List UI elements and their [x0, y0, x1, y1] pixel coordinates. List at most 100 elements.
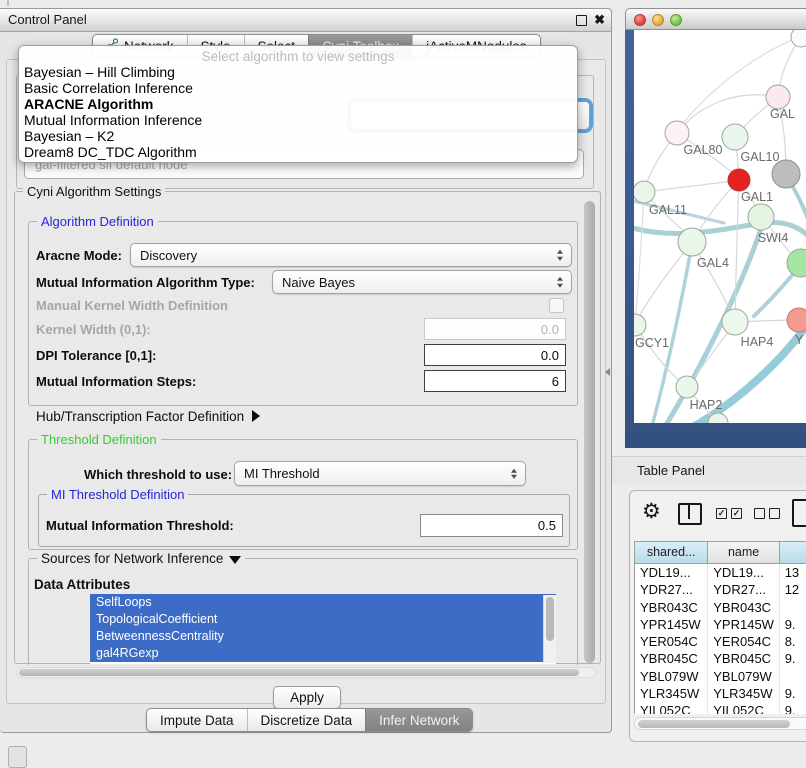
table-cell: 9. — [780, 650, 806, 667]
mi-threshold-label: Mutual Information Threshold: — [46, 518, 234, 533]
gear-icon[interactable]: ⚙ — [642, 500, 661, 524]
table-row[interactable]: YDL19...YDL19...13 — [635, 564, 806, 581]
network-node-gal80[interactable] — [665, 121, 689, 145]
settings-horizontal-scrollbar[interactable] — [16, 667, 596, 678]
network-node-gal4[interactable] — [678, 228, 706, 256]
collapse-arrow-icon — [229, 556, 241, 564]
scrollbar-thumb[interactable] — [19, 669, 579, 676]
kernel-width-field[interactable] — [424, 318, 566, 340]
column-header[interactable]: name — [708, 542, 779, 563]
network-canvas[interactable]: GALGAL80GAL10GAL1GAL11SWI4GAL4GCY1HAP4YH… — [634, 30, 806, 423]
table-row[interactable]: YBR043CYBR043C — [635, 599, 806, 616]
tab-label: Discretize Data — [261, 713, 353, 728]
column-layout-icon[interactable] — [678, 503, 702, 525]
table-cell: 9. — [780, 616, 806, 633]
attribute-list-scrollbar[interactable] — [543, 595, 556, 663]
close-traffic-light[interactable] — [634, 14, 646, 26]
zoom-traffic-light[interactable] — [670, 14, 682, 26]
scrollbar-thumb[interactable] — [638, 720, 790, 728]
algorithm-option[interactable]: Bayesian – Hill Climbing — [19, 64, 577, 80]
network-node-gcy1[interactable] — [634, 314, 646, 336]
document-icon[interactable] — [792, 499, 806, 527]
network-node-gal11[interactable] — [634, 181, 655, 203]
tab-label: Infer Network — [379, 713, 459, 728]
minimize-traffic-light[interactable] — [652, 14, 664, 26]
checkbox-unchecked-icon[interactable] — [769, 508, 780, 519]
kernel-width-label: Kernel Width (0,1): — [36, 322, 151, 337]
table-panel: ⚙ ✓ ✓ shared...name YDL19...YDL19...13YD… — [629, 490, 806, 742]
table-cell: YDL19... — [635, 564, 708, 581]
float-window-icon[interactable] — [576, 15, 587, 26]
table-cell: YBR043C — [635, 599, 708, 616]
network-edge[interactable] — [635, 325, 686, 386]
tab-impute-data[interactable]: Impute Data — [147, 709, 247, 731]
network-node-gal1[interactable] — [728, 169, 750, 191]
column-header[interactable]: shared... — [635, 542, 708, 563]
settings-vertical-scrollbar[interactable] — [584, 201, 595, 663]
network-node-hap2[interactable] — [676, 376, 698, 398]
mi-steps-field[interactable] — [424, 370, 566, 392]
dpi-tolerance-field[interactable] — [424, 344, 566, 366]
which-threshold-combo[interactable]: MI Threshold — [234, 461, 526, 486]
table-cell: YDR27... — [708, 581, 779, 598]
network-edge[interactable] — [646, 180, 739, 192]
table-row[interactable]: YDR27...YDR27...12 — [635, 581, 806, 598]
corner-notch — [7, 0, 9, 6]
table-row[interactable]: YLR345WYLR345W9. — [635, 685, 806, 702]
algorithm-option[interactable]: ARACNE Algorithm — [19, 96, 577, 112]
table-row[interactable]: YPR145WYPR145W9. — [635, 616, 806, 633]
tab-infer-network[interactable]: Infer Network — [365, 709, 472, 731]
table-row[interactable]: YBR045CYBR045C9. — [635, 650, 806, 667]
mi-algorithm-type-combo[interactable]: Naive Bayes — [272, 270, 572, 294]
close-icon[interactable]: ✖ — [594, 11, 605, 29]
tab-discretize-data[interactable]: Discretize Data — [247, 709, 366, 731]
network-node-gal10[interactable] — [722, 124, 748, 150]
node-label: GAL4 — [697, 256, 729, 270]
aracne-mode-combo[interactable]: Discovery — [130, 243, 572, 267]
checkbox-checked-icon[interactable]: ✓ — [731, 508, 742, 519]
table-row[interactable]: YBL079WYBL079W — [635, 668, 806, 685]
network-edge[interactable] — [735, 180, 739, 320]
apply-button[interactable]: Apply — [273, 686, 341, 709]
minimized-panel-icon[interactable] — [8, 746, 27, 768]
table-row[interactable]: YER054CYER054C8. — [635, 633, 806, 650]
which-threshold-value: MI Threshold — [244, 466, 320, 481]
table-horizontal-scrollbar[interactable] — [634, 717, 806, 730]
network-node-swi4[interactable] — [748, 204, 774, 230]
network-node-hap4[interactable] — [722, 309, 748, 335]
dpi-tolerance-label: DPI Tolerance [0,1]: — [36, 348, 156, 363]
hub-definition-expander[interactable]: Hub/Transcription Factor Definition — [36, 409, 260, 424]
network-view-window: GALGAL80GAL10GAL1GAL11SWI4GAL4GCY1HAP4YH… — [625, 8, 806, 448]
manual-kernel-width-checkbox[interactable] — [549, 298, 564, 313]
sources-group-toggle[interactable]: Sources for Network Inference — [37, 551, 245, 566]
data-attribute-item[interactable]: SelfLoops — [90, 594, 556, 611]
node-label: HAP4 — [741, 335, 774, 349]
cyni-algorithm-settings-title: Cyni Algorithm Settings — [23, 184, 165, 199]
algorithm-option[interactable]: Bayesian – K2 — [19, 128, 577, 144]
network-window-titlebar — [625, 8, 806, 30]
checkbox-checked-icon[interactable]: ✓ — [716, 508, 727, 519]
network-edge[interactable] — [635, 192, 644, 322]
screen: Control Panel ✖ NetworkStyleSelectCyni T… — [0, 0, 806, 762]
algorithm-option[interactable]: Basic Correlation Inference — [19, 80, 577, 96]
table-cell: YLR345W — [635, 685, 708, 702]
splitpane-handle[interactable] — [605, 368, 610, 376]
network-node[interactable] — [791, 30, 806, 47]
table-cell: YIL052C — [708, 702, 779, 714]
scrollbar-thumb[interactable] — [546, 597, 554, 641]
table-cell: YER054C — [708, 633, 779, 650]
data-attribute-item[interactable]: BetweennessCentrality — [90, 628, 556, 645]
algorithm-option[interactable]: Mutual Information Inference — [19, 112, 577, 128]
column-header[interactable] — [780, 542, 806, 563]
network-node-y[interactable] — [787, 308, 806, 332]
checkbox-unchecked-icon[interactable] — [754, 508, 765, 519]
data-attribute-item[interactable]: gal4RGexp — [90, 645, 556, 662]
table-row[interactable]: YIL052CYIL052C9. — [635, 702, 806, 714]
network-node[interactable] — [772, 160, 800, 188]
mi-threshold-field[interactable] — [420, 514, 563, 537]
scrollbar-thumb[interactable] — [584, 201, 595, 663]
algorithm-option[interactable]: Dream8 DC_TDC Algorithm — [19, 144, 577, 160]
control-panel-title: Control Panel — [8, 9, 87, 31]
data-attribute-item[interactable]: TopologicalCoefficient — [90, 611, 556, 628]
network-node-gal[interactable] — [766, 85, 790, 109]
